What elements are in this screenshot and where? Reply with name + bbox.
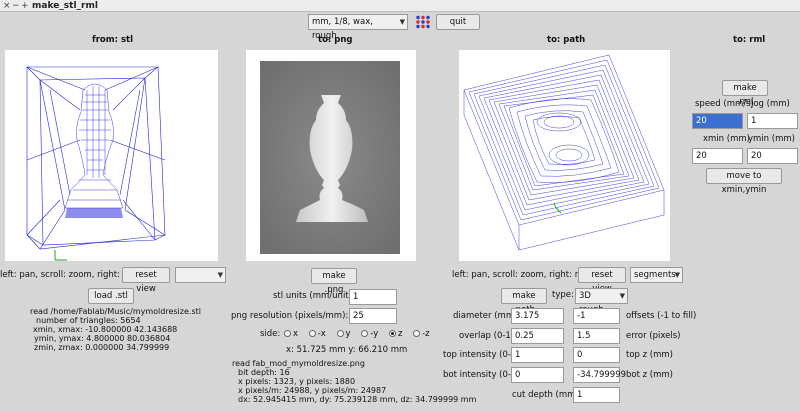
side-radio-group: x -x y -y z -z [284, 329, 438, 340]
resolution-label: png resolution (pixels/mm): [231, 311, 349, 321]
png-header: to: png [318, 35, 353, 45]
toolpath-render [463, 54, 665, 251]
load-stl-button[interactable]: load .stl [88, 288, 134, 304]
title-bar: × − + make_stl_rml [0, 0, 800, 12]
overlap-label: overlap (0-1) [459, 331, 515, 341]
path-header: to: path [547, 35, 586, 45]
radio-icon [284, 330, 291, 337]
xmin-label: xmin (mm) [703, 134, 750, 144]
png-view-canvas[interactable] [246, 50, 416, 261]
diameter-label: diameter (mm) [453, 311, 518, 321]
chevron-down-icon: ▼ [399, 18, 405, 26]
offsets-input[interactable]: -1 [573, 308, 620, 324]
cut-depth-input[interactable]: 1 [573, 387, 620, 403]
units-label: stl units (mm/unit): [273, 291, 355, 301]
type-select[interactable]: 3D rough ▼ [575, 288, 628, 315]
top-z-input[interactable]: 0 [573, 347, 620, 363]
side-radio-neg-z[interactable]: -z [413, 329, 430, 339]
side-label: side: [260, 329, 281, 339]
window-title: make_stl_rml [32, 1, 98, 11]
speed-input[interactable]: 20 [692, 113, 743, 129]
cut-depth-label: cut depth (mm) [512, 390, 579, 400]
chevron-down-icon: ▼ [619, 292, 625, 300]
radio-icon [308, 330, 316, 337]
diameter-input[interactable]: 3.175 [511, 308, 564, 324]
chevron-down-icon: ▼ [217, 271, 223, 279]
color-grid-icon[interactable] [415, 15, 431, 29]
units-input[interactable]: 1 [349, 289, 397, 305]
quit-button[interactable]: quit [436, 14, 480, 30]
bot-z-input[interactable]: -34.799999 [573, 367, 626, 383]
jog-label: jog (mm) [751, 99, 790, 109]
png-info-line-5: dx: 52.945415 mm, dy: 75.239128 mm, dz: … [238, 395, 477, 404]
process-select[interactable]: mm, 1/8, wax, rough ▼ [308, 14, 408, 41]
side-radio-neg-y[interactable]: -y [361, 329, 378, 339]
maximize-icon[interactable]: + [21, 0, 29, 12]
make-png-button[interactable]: make .png [311, 268, 357, 295]
offsets-label: offsets (-1 to fill) [626, 311, 697, 321]
top-z-label: top z (mm) [626, 350, 673, 360]
xmin-input[interactable]: 20 [692, 148, 743, 164]
bot-z-label: bot z (mm) [626, 370, 673, 380]
stl-info-line-5: zmin, zmax: 0.000000 34.799999 [34, 343, 170, 352]
stl-view-select[interactable]: ▼ [175, 267, 226, 283]
path-reset-view-button[interactable]: reset view [578, 267, 626, 294]
stl-mesh-render [26, 66, 166, 261]
radio-icon [361, 330, 369, 337]
overlap-input[interactable]: 0.25 [511, 328, 564, 344]
stl-reset-view-button[interactable]: reset view [122, 267, 170, 294]
path-view-select-value: segments [634, 270, 676, 280]
path-view-select[interactable]: segments ▼ [630, 267, 683, 283]
side-radio-neg-x[interactable]: -x [308, 329, 326, 339]
make-path-button[interactable]: make .path [501, 288, 547, 315]
ymin-label: ymin (mm) [748, 134, 795, 144]
side-radio-z[interactable]: z [388, 329, 402, 339]
top-intensity-input[interactable]: 1 [511, 347, 564, 363]
png-depth-render [260, 61, 400, 254]
bot-intensity-label: bot intensity (0-1) [443, 370, 520, 380]
stl-view-canvas[interactable] [5, 50, 218, 261]
top-intensity-label: top intensity (0-1) [443, 350, 520, 360]
bot-intensity-input[interactable]: 0 [511, 367, 564, 383]
radio-icon [413, 330, 421, 337]
ymin-input[interactable]: 20 [747, 148, 798, 164]
jog-input[interactable]: 1 [747, 113, 798, 129]
radio-selected-icon [388, 330, 396, 337]
minimize-icon[interactable]: − [12, 0, 20, 12]
close-icon[interactable]: × [3, 0, 11, 12]
stl-header: from: stl [92, 35, 133, 45]
error-input[interactable]: 1.5 [573, 328, 620, 344]
move-to-xmin-ymin-button[interactable]: move to xmin,ymin [706, 168, 782, 195]
type-label: type: [552, 290, 574, 300]
radio-icon [336, 330, 344, 337]
resolution-input[interactable]: 25 [349, 308, 397, 324]
error-label: error (pixels) [626, 331, 681, 341]
png-size-text: x: 51.725 mm y: 66.210 mm [286, 345, 408, 355]
side-radio-x[interactable]: x [284, 329, 298, 339]
path-view-canvas[interactable] [459, 50, 670, 261]
chevron-down-icon: ▼ [674, 271, 680, 279]
rml-header: to: rml [733, 35, 766, 45]
speed-label: speed (mm/s) [695, 99, 754, 109]
side-radio-y[interactable]: y [336, 329, 351, 339]
make-rml-button[interactable]: make .rml [722, 80, 768, 107]
